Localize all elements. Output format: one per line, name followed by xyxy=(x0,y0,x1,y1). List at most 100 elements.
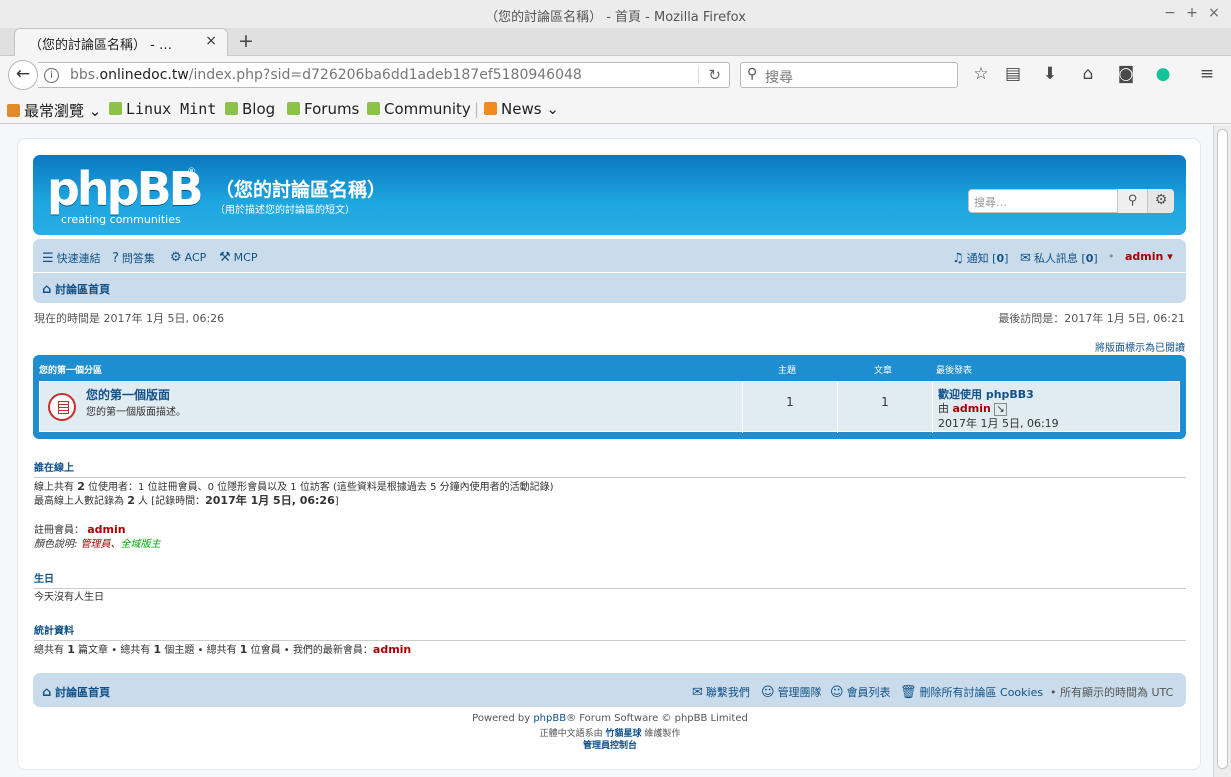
forum-search-box[interactable]: 搜尋… ⚲ ⚙ xyxy=(968,189,1174,213)
forum-header: phpBB ® creating communities （您的討論區名稱） （… xyxy=(33,155,1186,235)
reading-list-icon[interactable]: ▤ xyxy=(1002,64,1024,84)
firefox-window: （您的討論區名稱） - 首頁 - Mozilla Firefox − + × （… xyxy=(0,0,1231,777)
phpbb-logo[interactable]: phpBB ® creating communities xyxy=(47,165,204,226)
back-button[interactable]: ← xyxy=(8,60,38,90)
bookmark-most-visited[interactable]: 最常瀏覽 ⌄ xyxy=(7,100,101,121)
window-title: （您的討論區名稱） - 首頁 - Mozilla Firefox xyxy=(485,10,746,25)
online-line-2: 最高線上人數記錄為 2 人 [記錄時間：2017年 1月 5日, 06:26] xyxy=(34,494,339,507)
col-topics: 主題 xyxy=(778,366,797,376)
post-count: 1 xyxy=(837,382,932,433)
statistics-heading: 統計資料 xyxy=(34,622,1186,641)
legend-admin[interactable]: 管理員 xyxy=(81,539,111,550)
mark-forums-read-link[interactable]: 將版面標示為已閱讀 xyxy=(1095,339,1185,354)
forum-navbar: ☰ 快速連結 ? 問答集 ⚙ ACP ⚒ MCP ♫ 通知 [0] ✉ 私人訊息 [0] •… xyxy=(33,239,1186,303)
mint-icon xyxy=(225,102,238,115)
mint-icon xyxy=(287,102,300,115)
bookmark-linux-mint[interactable]: Linux Mint xyxy=(109,100,216,118)
mcp-link[interactable]: ⚒ MCP xyxy=(219,250,257,265)
maximize-icon[interactable]: + xyxy=(1185,5,1199,21)
members-link[interactable]: ☺ 會員列表 xyxy=(830,684,891,700)
new-tab-button[interactable]: + xyxy=(238,30,254,52)
color-legend: 顏色說明: 管理員、全域版主 xyxy=(34,539,161,550)
last-post-title-link[interactable]: 歡迎使用 phpBB3 xyxy=(938,388,1034,401)
mint-icon xyxy=(109,102,122,115)
advanced-search-gear-icon[interactable]: ⚙ xyxy=(1147,189,1174,213)
birthdays-heading: 生日 xyxy=(34,570,1186,589)
url-divider xyxy=(698,66,699,84)
search-placeholder: 搜尋 xyxy=(765,70,793,86)
scrollbar-thumb[interactable] xyxy=(1217,129,1228,769)
mint-icon xyxy=(367,102,380,115)
bookmark-forums[interactable]: Forums xyxy=(287,100,359,118)
timezone-note: • 所有顯示的時間為 UTC xyxy=(1050,686,1174,699)
navigation-toolbar: ← i bbs.onlinedoc.tw/index.php?sid=d7262… xyxy=(0,56,1231,94)
col-last-post: 最後發表 xyxy=(936,366,973,376)
footer-home-link[interactable]: ⌂ 討論區首頁 xyxy=(42,684,110,700)
last-post-divider xyxy=(932,382,933,433)
search-icon: ⚲ xyxy=(747,66,758,82)
site-info-icon[interactable]: i xyxy=(44,68,59,83)
bell-icon: ♫ xyxy=(952,251,964,266)
tab-close-icon[interactable]: × xyxy=(205,33,217,49)
home-icon[interactable]: ⌂ xyxy=(1077,64,1099,84)
bookmark-blog[interactable]: Blog xyxy=(225,100,275,118)
who-is-online-heading[interactable]: 誰在線上 xyxy=(34,459,1186,478)
delete-cookies-link[interactable]: 🗑 刪除所有討論區 Cookies xyxy=(900,684,1043,700)
home-outline-icon: ⌂ xyxy=(42,282,52,297)
quick-links-menu[interactable]: ☰ 快速連結 xyxy=(42,250,101,266)
bookmark-community[interactable]: Community xyxy=(367,100,471,118)
last-visit: 最後訪問是：2017年 1月 5日, 06:21 xyxy=(998,312,1185,325)
powered-by: Powered by phpBB® Forum Software © phpBB… xyxy=(472,713,748,724)
minimize-icon[interactable]: − xyxy=(1163,5,1177,21)
forum-wrap: phpBB ® creating communities （您的討論區名稱） （… xyxy=(17,138,1201,770)
registered-users: 註冊會員： admin xyxy=(34,523,126,536)
bookmarks-toolbar: 最常瀏覽 ⌄ Linux Mint Blog Forums Community … xyxy=(0,94,1231,124)
url-text: bbs.onlinedoc.tw/index.php?sid=d726206ba… xyxy=(70,67,582,83)
last-post-time: 2017年 1月 5日, 06:19 xyxy=(938,417,1059,430)
bookmark-star-icon[interactable]: ☆ xyxy=(970,64,992,84)
caret-down-icon: ▾ xyxy=(1167,250,1173,263)
notifications-link[interactable]: ♫ 通知 [0] xyxy=(952,250,1008,266)
last-post-user-link[interactable]: admin xyxy=(953,402,991,415)
birthdays-text: 今天沒有人生日 xyxy=(34,592,104,603)
site-name: （您的討論區名稱） xyxy=(215,179,387,201)
gavel-icon: ⚒ xyxy=(219,250,231,265)
search-bar[interactable]: ⚲ 搜尋 xyxy=(740,62,958,88)
forum-title-link[interactable]: 您的第一個版面 xyxy=(86,386,170,403)
category-name[interactable]: 您的第一個分區 xyxy=(39,363,102,376)
contact-us-link[interactable]: ✉ 聯繫我們 xyxy=(692,684,750,700)
legend-global-mod[interactable]: 全域版主 xyxy=(121,539,161,550)
newest-member-link[interactable]: admin xyxy=(373,643,411,656)
current-time: 現在的時間是 2017年 1月 5日, 06:26 xyxy=(34,312,225,325)
folder-icon xyxy=(7,104,20,117)
bookmark-news[interactable]: News ⌄ xyxy=(484,100,559,118)
user-menu[interactable]: admin ▾ xyxy=(1125,250,1173,263)
users-icon: ☺ xyxy=(830,685,844,700)
view-latest-post-icon[interactable]: ↘ xyxy=(994,403,1007,416)
acp-link[interactable]: ⚙ ACP xyxy=(170,250,206,265)
back-arrow-icon: ← xyxy=(15,64,31,84)
acp-footer-link[interactable]: 管理員控制台 xyxy=(18,738,1202,751)
reload-icon[interactable]: ↻ xyxy=(708,66,721,84)
private-messages-link[interactable]: ✉ 私人訊息 [0] xyxy=(1020,250,1098,266)
faq-link[interactable]: ? 問答集 xyxy=(112,250,155,266)
topic-count: 1 xyxy=(742,382,837,433)
bookmark-separator: | xyxy=(474,100,480,118)
footer-navbar: ⌂ 討論區首頁 ✉ 聯繫我們 ☺ 管理團隊 ☺ 會員列表 🗑 刪除所有討論區 Cooki… xyxy=(33,673,1186,707)
menu-icon[interactable]: ≡ xyxy=(1196,64,1218,84)
phpbb-link[interactable]: phpBB xyxy=(533,713,566,724)
close-window-icon[interactable]: × xyxy=(1207,5,1221,21)
gears-icon: ⚙ xyxy=(170,250,182,265)
team-link[interactable]: ☺ 管理團隊 xyxy=(761,684,822,700)
pocket-icon[interactable]: ◙ xyxy=(1115,64,1137,84)
forum-search-input[interactable]: 搜尋… xyxy=(974,194,1007,210)
col-posts: 文章 xyxy=(874,366,893,376)
rss-icon xyxy=(484,102,497,115)
downloads-icon[interactable]: ⬇ xyxy=(1039,64,1061,84)
tab-active[interactable]: （您的討論區名稱） - … × xyxy=(14,28,228,57)
grammarly-icon[interactable]: ● xyxy=(1152,64,1174,84)
breadcrumb-home[interactable]: ⌂ 討論區首頁 xyxy=(42,281,110,297)
vertical-scrollbar[interactable] xyxy=(1213,125,1231,777)
url-bar[interactable]: i bbs.onlinedoc.tw/index.php?sid=d726206… xyxy=(38,62,730,88)
search-button-icon[interactable]: ⚲ xyxy=(1117,189,1147,213)
